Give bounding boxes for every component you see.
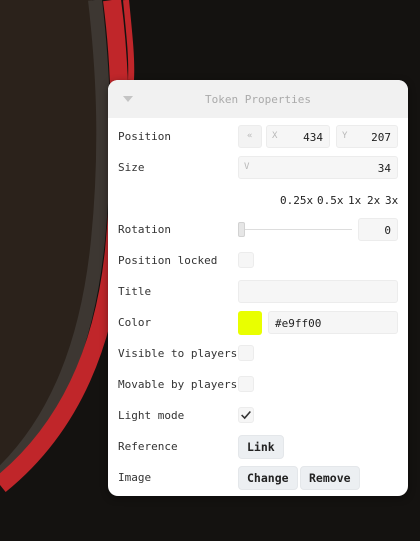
visible-to-players-checkbox[interactable] [238,345,254,361]
position-label: Position [118,130,171,143]
image-label: Image [118,471,152,484]
lock-toggle-icon: « [247,131,253,141]
position-y-input[interactable]: Y 207 [336,125,398,148]
title-input[interactable] [238,280,398,303]
caret-down-icon[interactable] [122,95,134,103]
position-locked-row: Position locked [108,249,408,274]
color-hex-input[interactable]: #e9ff00 [268,311,398,334]
movable-by-players-checkbox[interactable] [238,376,254,392]
token-properties-panel: Token Properties Position « X 434 Y 207 … [108,80,408,496]
light-mode-label: Light mode [118,409,185,422]
visible-to-players-row: Visible to players [108,342,408,367]
size-preset-3x[interactable]: 3x [385,194,398,207]
position-x-prefix: X [272,131,278,141]
reference-row: Reference Link [108,435,408,460]
light-mode-checkbox[interactable] [238,407,254,423]
position-x-value: 434 [303,131,323,144]
position-row: Position « X 434 Y 207 [108,125,408,150]
visible-to-players-label: Visible to players [118,347,238,360]
title-row: Title [108,280,408,305]
remove-image-button[interactable]: Remove [300,466,360,490]
light-mode-row: Light mode [108,404,408,429]
color-hex-value: #e9ff00 [275,317,322,330]
rotation-row: Rotation 0 [108,218,408,243]
position-y-prefix: Y [342,131,348,141]
size-input[interactable]: V 34 [238,156,398,179]
size-preset-1x[interactable]: 1x [348,194,361,207]
position-lock-button[interactable]: « [238,125,262,148]
size-row: Size V 34 [108,156,408,181]
panel-header: Token Properties [108,80,408,118]
color-row: Color #e9ff00 [108,311,408,336]
position-locked-checkbox[interactable] [238,252,254,268]
title-label: Title [118,285,152,298]
link-button[interactable]: Link [238,435,284,459]
position-locked-label: Position locked [118,254,218,267]
size-preset-0.5x[interactable]: 0.5x [317,194,344,207]
checkmark-icon [241,410,251,420]
color-swatch[interactable] [238,311,262,335]
size-preset-2x[interactable]: 2x [367,194,380,207]
rotation-slider-track[interactable] [242,229,352,230]
rotation-slider-thumb[interactable] [238,222,245,237]
change-image-button[interactable]: Change [238,466,298,490]
size-prefix: V [244,162,250,172]
panel-title: Token Properties [205,92,311,106]
rotation-input[interactable]: 0 [358,218,398,241]
color-label: Color [118,316,152,329]
rotation-value: 0 [384,224,391,237]
size-preset-0.25x[interactable]: 0.25x [280,194,313,207]
size-label: Size [118,161,145,174]
size-presets-row: 0.25x 0.5x 1x 2x 3x [108,189,408,214]
position-y-value: 207 [371,131,391,144]
rotation-label: Rotation [118,223,171,236]
reference-label: Reference [118,440,178,453]
movable-by-players-label: Movable by players [118,378,238,391]
image-row: Image Change Remove [108,466,408,491]
size-value: 34 [377,162,391,175]
movable-by-players-row: Movable by players [108,373,408,398]
position-x-input[interactable]: X 434 [266,125,330,148]
